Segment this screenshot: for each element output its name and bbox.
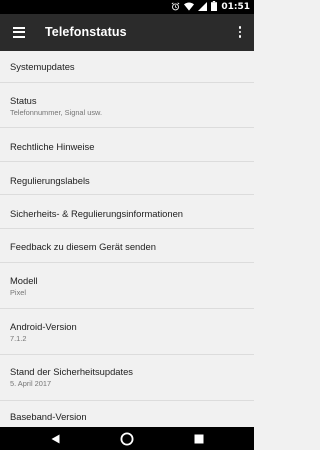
page-title: Telefonstatus: [45, 25, 127, 39]
app-bar: Telefonstatus: [0, 14, 254, 51]
list-item-title: Stand der Sicherheitsupdates: [10, 366, 133, 377]
list-item-title: Status: [10, 95, 37, 106]
screen: 01:51 Telefonstatus Systemupdates Status…: [0, 0, 254, 450]
list-item-title: Baseband-Version: [10, 411, 87, 422]
list-item-title: Regulierungslabels: [10, 175, 90, 186]
recents-icon[interactable]: [189, 427, 209, 450]
back-icon[interactable]: [45, 427, 65, 450]
list-item-security-patch-level[interactable]: Stand der Sicherheitsupdates 5. April 20…: [0, 355, 254, 401]
list-item-title: Sicherheits- & Regulierungsinformationen: [10, 208, 184, 219]
status-time: 01:51: [221, 2, 250, 12]
list-item-regulatory-labels[interactable]: Regulierungslabels: [0, 162, 254, 195]
list-item-legal-notices[interactable]: Rechtliche Hinweise: [0, 128, 254, 162]
list-item-model[interactable]: Modell Pixel: [0, 263, 254, 309]
settings-list: Systemupdates Status Telefonnummer, Sign…: [0, 51, 254, 427]
list-item-safety-regulatory-info[interactable]: Sicherheits- & Regulierungsinformationen: [0, 195, 254, 229]
list-item-title: Feedback zu diesem Gerät senden: [10, 241, 156, 252]
list-item-title: Rechtliche Hinweise: [10, 141, 95, 152]
list-item-android-version[interactable]: Android-Version 7.1.2: [0, 309, 254, 355]
list-item-status[interactable]: Status Telefonnummer, Signal usw.: [0, 83, 254, 128]
more-vert-icon[interactable]: [230, 19, 250, 45]
list-item-subtitle: 7.1.2: [10, 334, 27, 343]
status-bar: 01:51: [0, 0, 254, 14]
list-item-send-feedback[interactable]: Feedback zu diesem Gerät senden: [0, 229, 254, 263]
list-item-title: Systemupdates: [10, 61, 75, 72]
list-item-system-updates[interactable]: Systemupdates: [0, 51, 254, 83]
navigation-bar: [0, 427, 254, 450]
list-item-subtitle: Telefonnummer, Signal usw.: [10, 108, 103, 117]
hamburger-menu-icon[interactable]: [6, 19, 32, 45]
list-item-baseband-version[interactable]: Baseband-Version: [0, 401, 254, 427]
list-item-title: Android-Version: [10, 321, 77, 332]
list-item-subtitle: Pixel: [10, 288, 27, 297]
list-item-title: Modell: [10, 275, 38, 286]
home-icon[interactable]: [116, 427, 138, 450]
list-item-subtitle: 5. April 2017: [10, 379, 52, 388]
